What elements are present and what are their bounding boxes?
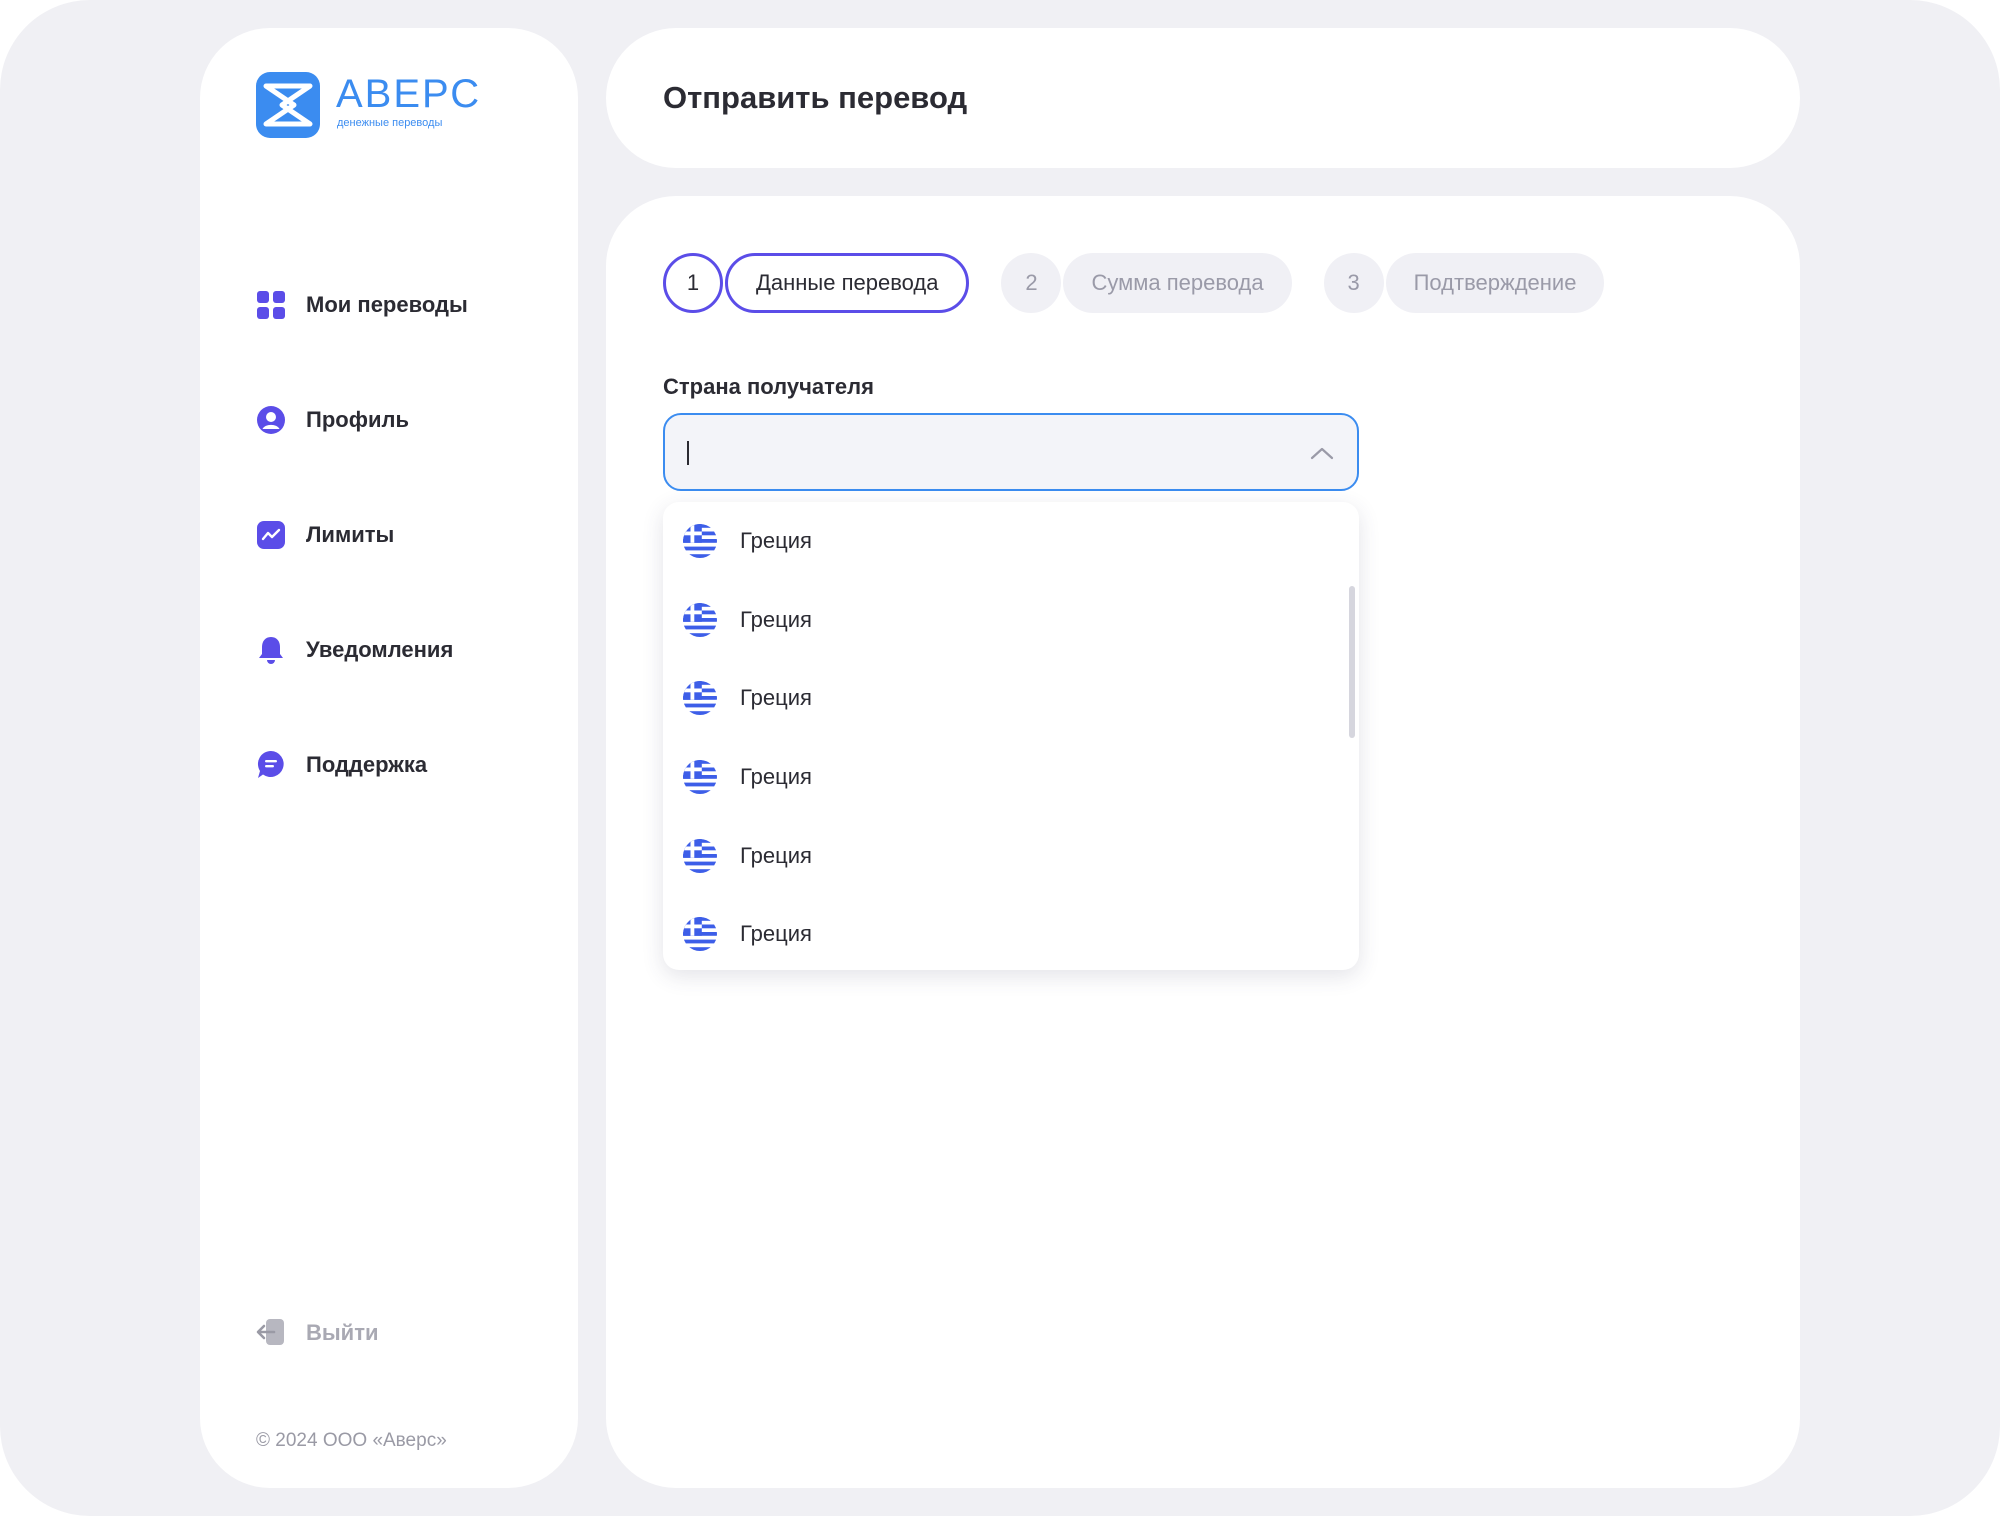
country-option-label: Греция	[740, 921, 812, 947]
page-header: Отправить перевод	[606, 28, 1800, 168]
logout-label: Выйти	[306, 1320, 379, 1345]
chat-icon	[256, 750, 286, 780]
app-frame: АВЕРС денежные переводы Мои переводы Про…	[0, 0, 2000, 1516]
step-number: 2	[1001, 253, 1062, 313]
sidebar-item-profile[interactable]: Профиль	[256, 389, 556, 451]
stepper: 1 Данные перевода 2 Сумма перевода 3 Под…	[663, 253, 1636, 313]
step-number: 3	[1323, 253, 1384, 313]
country-option-label: Греция	[740, 528, 812, 554]
country-option[interactable]: Греция	[663, 502, 1345, 581]
chart-icon	[256, 520, 286, 550]
greece-flag-icon	[683, 838, 717, 873]
sidebar: АВЕРС денежные переводы Мои переводы Про…	[200, 28, 578, 1488]
greece-flag-icon	[683, 602, 717, 637]
country-option-label: Греция	[740, 842, 812, 868]
country-options-list: Греция Греция Греция Греция Греция Греци…	[663, 502, 1345, 970]
transfer-form-card: 1 Данные перевода 2 Сумма перевода 3 Под…	[606, 196, 1800, 1488]
logo-mark-icon	[256, 72, 320, 138]
step-transfer-amount[interactable]: 2 Сумма перевода	[1001, 253, 1292, 313]
country-option[interactable]: Греция	[663, 895, 1345, 970]
grid-icon	[256, 290, 286, 320]
country-select[interactable]	[663, 413, 1359, 491]
country-option[interactable]: Греция	[663, 816, 1345, 895]
greece-flag-icon	[683, 917, 717, 952]
text-cursor	[687, 441, 689, 465]
sidebar-item-label: Поддержка	[306, 752, 428, 777]
sidebar-item-label: Лимиты	[306, 522, 395, 547]
sidebar-nav: Мои переводы Профиль Лимиты Уведомления …	[256, 274, 556, 849]
logout-icon	[256, 1318, 286, 1348]
step-label: Данные перевода	[725, 253, 970, 313]
country-option-label: Греция	[740, 685, 812, 711]
bell-icon	[256, 635, 286, 665]
step-label: Сумма перевода	[1063, 253, 1292, 313]
brand-logo[interactable]: АВЕРС денежные переводы	[256, 72, 516, 142]
sidebar-item-label: Уведомления	[306, 637, 454, 662]
country-option[interactable]: Греция	[663, 659, 1345, 738]
sidebar-item-limits[interactable]: Лимиты	[256, 504, 556, 566]
brand-tagline: денежные переводы	[337, 117, 443, 129]
sidebar-item-my-transfers[interactable]: Мои переводы	[256, 274, 556, 336]
sidebar-item-notifications[interactable]: Уведомления	[256, 619, 556, 681]
country-dropdown: Греция Греция Греция Греция Греция Греци…	[663, 502, 1359, 970]
brand-name: АВЕРС	[336, 72, 482, 116]
dropdown-scrollbar[interactable]	[1349, 586, 1355, 738]
sidebar-item-label: Мои переводы	[306, 292, 468, 317]
chevron-up-icon[interactable]	[1309, 443, 1335, 463]
country-option[interactable]: Греция	[663, 581, 1345, 660]
sidebar-item-label: Профиль	[306, 407, 409, 432]
copyright: © 2024 ООО «Аверс»	[256, 1430, 447, 1451]
sidebar-item-support[interactable]: Поддержка	[256, 734, 556, 796]
greece-flag-icon	[683, 760, 717, 795]
step-confirmation[interactable]: 3 Подтверждение	[1323, 253, 1605, 313]
country-field-label: Страна получателя	[663, 374, 874, 399]
page-title: Отправить перевод	[663, 80, 968, 115]
step-number: 1	[663, 253, 723, 313]
step-label: Подтверждение	[1385, 253, 1605, 313]
country-option-label: Греция	[740, 764, 812, 790]
greece-flag-icon	[683, 681, 717, 716]
step-transfer-details[interactable]: 1 Данные перевода	[663, 253, 970, 313]
logout-button[interactable]: Выйти	[256, 1318, 379, 1348]
user-icon	[256, 405, 286, 435]
country-option[interactable]: Греция	[663, 738, 1345, 817]
greece-flag-icon	[683, 524, 717, 559]
country-option-label: Греция	[740, 606, 812, 632]
